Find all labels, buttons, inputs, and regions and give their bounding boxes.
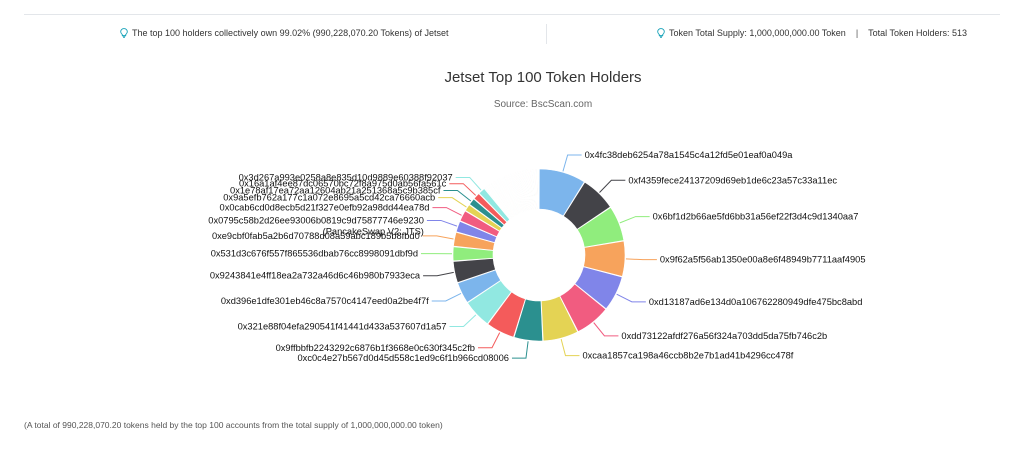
chart-subtitle: Source: BscScan.com — [494, 99, 592, 110]
slice-label-16: 0x0cab6cd0d8ecb5d21f327e0efb92a98dd44ea7… — [220, 203, 430, 213]
footnote: (A total of 990,228,070.20 tokens held b… — [24, 420, 443, 430]
slice-label-4: 0x9f62a5f56ab1350e00a8e6f48949b7711aaf49… — [660, 255, 866, 265]
label-connector-5 — [616, 293, 646, 303]
label-connector-7 — [560, 339, 580, 357]
slice-label-3: 0x6bf1d2b66ae5fd6bb31a56ef22f3d4c9d1340a… — [653, 212, 859, 222]
slice-label-13: 0x531d3c676f557f865536dbab76cc8998091dbf… — [211, 249, 418, 259]
chart-title: Jetset Top 100 Token Holders — [444, 69, 641, 86]
label-connector-10 — [449, 314, 477, 328]
slice-label-7: 0xcaa1857ca198a46ccb8b2e7b1ad41b4296cc47… — [582, 351, 793, 361]
slice-label-2: 0xf4359fece24137209d69eb1de6c23a57c33a11… — [628, 175, 837, 185]
label-connector-11 — [431, 293, 462, 302]
slice-label-9: 0x9ffbbfb2243292c6876b1f3668e0c630f345c2… — [276, 343, 475, 353]
label-connector-15 — [426, 219, 458, 227]
label-connector-3 — [619, 216, 650, 224]
slice-label-11: 0xd396e1dfe301eb46c8a7570c4147eed0a2be4f… — [221, 296, 429, 306]
holders-donut-chart: Jetset Top 100 Token Holders Source: Bsc… — [208, 69, 866, 363]
slice-label-10: 0x321e88f04efa290541f41441d433a537607d1a… — [238, 322, 447, 332]
donut-slices — [452, 168, 626, 342]
slice-label-5: 0xd13187ad6e134d0a106762280949dfe475bc8a… — [649, 297, 863, 307]
label-connector-8 — [511, 341, 529, 359]
pie-slice-minor-100[interactable] — [538, 168, 540, 210]
label-connector-16 — [432, 207, 462, 216]
label-connector-1 — [562, 154, 582, 172]
label-connector-17 — [438, 197, 467, 208]
slice-label-15-note: (PancakeSwap V2: JTS) — [323, 226, 424, 236]
label-connector-4 — [625, 258, 657, 261]
label-connector-19 — [449, 183, 477, 196]
label-connector-6 — [593, 322, 619, 337]
slice-label-12: 0x9243841e4ff18ea2a732a46d6c46b980b7933e… — [210, 271, 421, 281]
slice-label-1: 0x4fc38deb6254a78a1545c4a12fd5e01eaf0a04… — [585, 150, 794, 160]
label-connector-9 — [477, 332, 501, 349]
label-connector-12 — [423, 271, 454, 277]
slice-label-20: 0x3d267a993e0258a8e835d10d9889e60388f920… — [239, 172, 453, 182]
slice-label-15: 0x0795c58b2d26ee93006b0819c9d75877746e92… — [208, 215, 424, 225]
label-connector-18 — [443, 189, 472, 202]
slice-label-8: 0xc0c4e27b567d0d45d558c1ed9c6f1b966cd080… — [298, 353, 509, 363]
label-connector-14 — [422, 235, 454, 240]
label-connector-2 — [599, 179, 626, 193]
slice-label-6: 0xdd73122afdf276a56f324a703dd5da75fb746c… — [621, 331, 827, 341]
